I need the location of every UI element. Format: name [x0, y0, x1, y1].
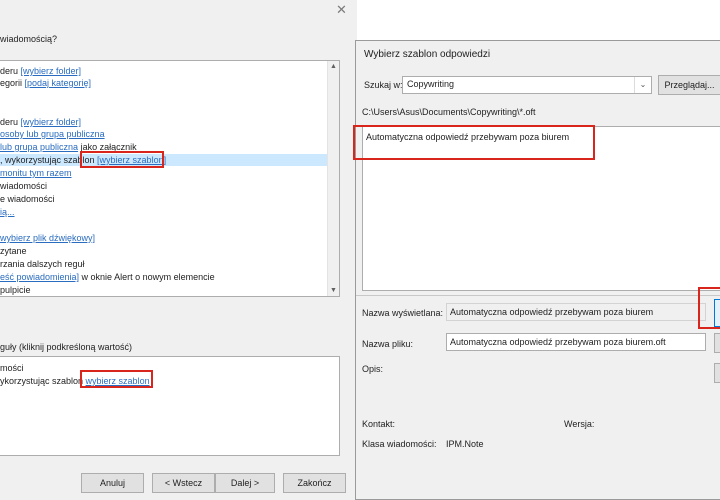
action-row[interactable]: wiadomości: [0, 180, 47, 192]
action-link[interactable]: osoby lub grupa publiczna: [0, 129, 105, 139]
action-link[interactable]: lub grupa publiczna: [0, 142, 78, 152]
folder-path: C:\Users\Asus\Documents\Copywriting\*.of…: [362, 107, 536, 117]
action-row[interactable]: e wiadomości: [0, 193, 55, 205]
display-name-label: Nazwa wyświetlana:: [362, 308, 444, 318]
look-in-select[interactable]: Copywriting ⌄: [402, 76, 652, 94]
action-row[interactable]: lub grupa publiczna jako załącznik: [0, 141, 137, 153]
browse-button[interactable]: Przeglądaj...: [658, 75, 720, 95]
step-question: wiadomością?: [0, 34, 58, 44]
cancel-button[interactable]: Anuluj: [81, 473, 144, 493]
action-row[interactable]: deru [wybierz folder]: [0, 65, 81, 77]
action-row[interactable]: pulpicie: [0, 284, 31, 296]
actions-list[interactable]: deru [wybierz folder] egorii [podaj kate…: [0, 60, 340, 297]
action-row[interactable]: eść powiadomienia] w oknie Alert o nowym…: [0, 271, 215, 283]
action-link[interactable]: [podaj kategorię]: [25, 78, 92, 88]
action-row[interactable]: ią...: [0, 206, 15, 218]
side-button[interactable]: [714, 363, 720, 383]
scrollbar[interactable]: ▲ ▼: [327, 61, 339, 296]
side-button[interactable]: [714, 333, 720, 353]
action-row[interactable]: osoby lub grupa publiczna: [0, 128, 105, 140]
template-file-list[interactable]: Automatyczna odpowiedź przebywam poza bi…: [362, 126, 720, 291]
scroll-down-icon[interactable]: ▼: [330, 287, 337, 294]
action-link[interactable]: [wybierz folder]: [21, 66, 82, 76]
action-row-selected[interactable]: , wykorzystując szablon [wybierz szablon…: [0, 154, 328, 166]
rule-description-box[interactable]: mości ykorzystując szablon wybierz szabl…: [0, 356, 340, 456]
choose-template-link[interactable]: wybierz szablon: [86, 376, 150, 386]
open-button[interactable]: [714, 299, 720, 327]
file-name-field[interactable]: Automatyczna odpowiedź przebywam poza bi…: [446, 333, 706, 351]
finish-button[interactable]: Zakończ: [283, 473, 346, 493]
back-button[interactable]: < Wstecz: [152, 473, 215, 493]
choose-template-link[interactable]: [wybierz szablon]: [97, 155, 166, 165]
action-row[interactable]: monitu tym razem: [0, 167, 72, 179]
action-row[interactable]: deru [wybierz folder]: [0, 116, 81, 128]
contact-label: Kontakt:: [362, 419, 396, 429]
action-link[interactable]: ią...: [0, 207, 15, 217]
action-link[interactable]: eść powiadomienia]: [0, 272, 79, 282]
look-in-label: Szukaj w:: [364, 80, 403, 90]
next-button[interactable]: Dalej >: [215, 473, 275, 493]
action-link[interactable]: monitu tym razem: [0, 168, 72, 178]
description-label: Opis:: [362, 364, 384, 374]
version-label: Wersja:: [564, 419, 595, 429]
look-in-value: Copywriting: [407, 79, 455, 89]
divider: [356, 295, 720, 296]
file-name-label: Nazwa pliku:: [362, 339, 414, 349]
display-name-field: Automatyczna odpowiedź przebywam poza bi…: [446, 303, 706, 321]
rules-wizard-window: ✕ wiadomością? deru [wybierz folder] ego…: [0, 0, 357, 500]
description-row: mości: [0, 363, 24, 373]
message-class-label: Klasa wiadomości:: [362, 439, 437, 449]
action-row[interactable]: rzania dalszych reguł: [0, 258, 85, 270]
description-row: ykorzystując szablon wybierz szablon: [0, 376, 150, 386]
action-link[interactable]: [wybierz folder]: [21, 117, 82, 127]
chevron-down-icon[interactable]: ⌄: [634, 77, 651, 93]
action-link[interactable]: wybierz plik dźwiękowy]: [0, 233, 95, 243]
action-row[interactable]: wybierz plik dźwiękowy]: [0, 232, 95, 244]
dialog-title: Wybierz szablon odpowiedzi: [364, 49, 491, 60]
close-icon[interactable]: ✕: [336, 3, 347, 16]
scroll-up-icon[interactable]: ▲: [330, 63, 337, 70]
select-template-dialog: Wybierz szablon odpowiedzi Szukaj w: Cop…: [355, 40, 720, 500]
template-file-item[interactable]: Automatyczna odpowiedź przebywam poza bi…: [366, 132, 569, 142]
action-row[interactable]: egorii [podaj kategorię]: [0, 77, 91, 89]
action-row[interactable]: zytane: [0, 245, 27, 257]
rule-description-label: guły (kliknij podkreśloną wartość): [0, 342, 133, 352]
message-class-value: IPM.Note: [446, 439, 484, 449]
